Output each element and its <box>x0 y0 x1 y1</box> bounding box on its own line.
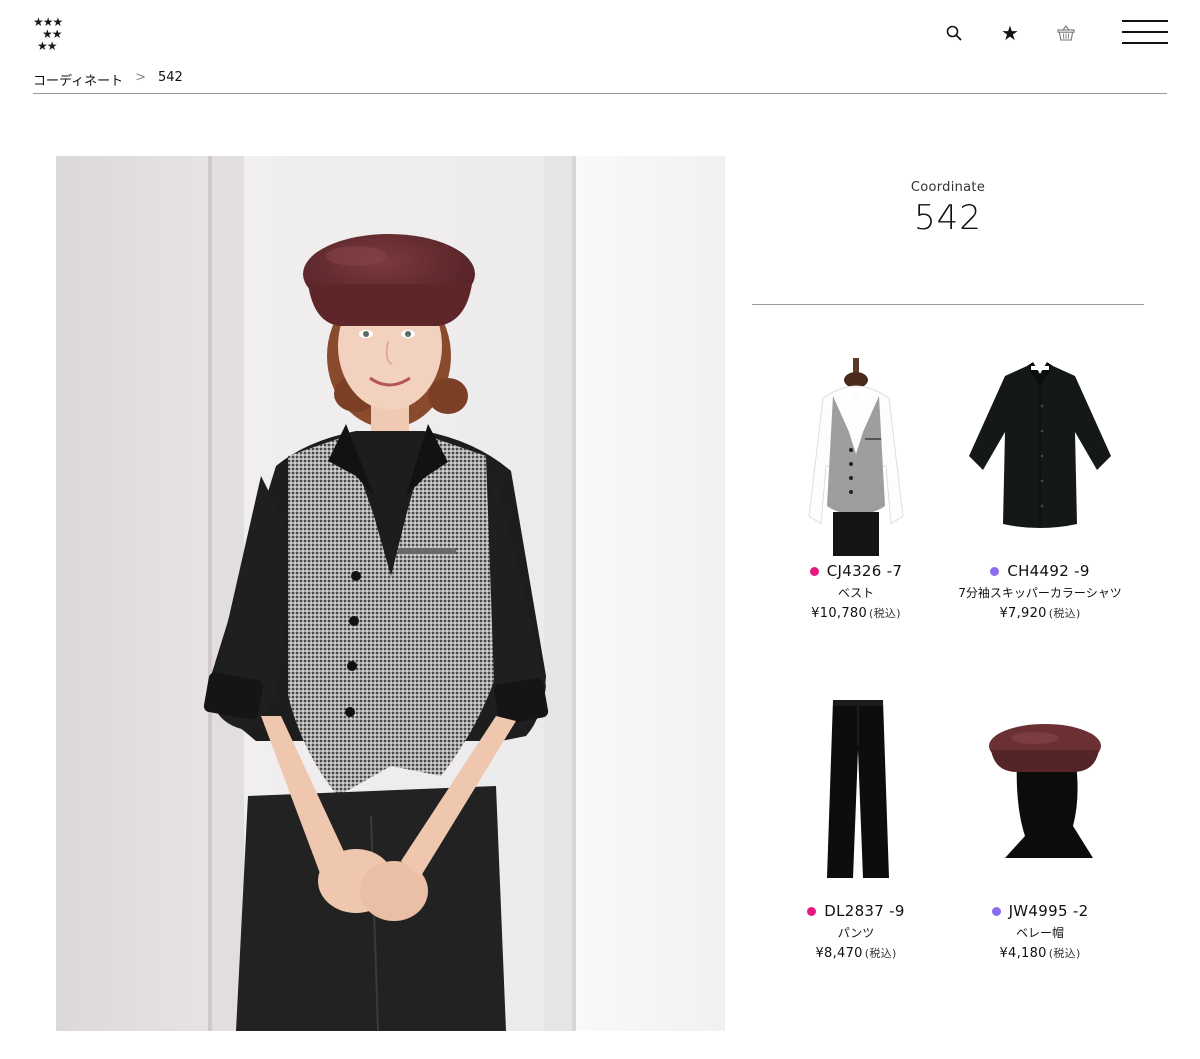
product-price: ¥4,180 (税込) <box>950 945 1130 961</box>
basket-icon-svg <box>1057 25 1075 41</box>
search-icon-svg <box>946 25 962 41</box>
product-code[interactable]: JW4995 -2 <box>950 902 1130 920</box>
logo-stars-row-3: ★ ★ <box>33 40 75 52</box>
model-photo-illustration <box>56 156 725 1031</box>
product-code[interactable]: CJ4326 -7 <box>766 562 946 580</box>
product-image-vest[interactable] <box>781 346 931 556</box>
star-icon[interactable]: ★ <box>998 21 1022 45</box>
tax-label: (税込) <box>1048 947 1081 960</box>
product-card-vest[interactable]: CJ4326 -7 ベスト ¥10,780 (税込) <box>766 346 946 621</box>
shirt-thumbnail <box>969 362 1111 528</box>
hamburger-line <box>1122 31 1168 33</box>
product-code[interactable]: DL2837 -9 <box>766 902 946 920</box>
price-value: ¥10,780 <box>811 606 868 621</box>
product-image-shirt[interactable] <box>965 346 1115 556</box>
color-dot <box>991 906 1001 916</box>
product-price: ¥7,920 (税込) <box>950 605 1130 621</box>
product-code[interactable]: CH4492 -9 <box>950 562 1130 580</box>
product-name[interactable]: ベレー帽 <box>950 924 1130 943</box>
tax-label: (税込) <box>864 947 897 960</box>
product-image-beret[interactable] <box>965 686 1115 896</box>
product-price: ¥10,780 (税込) <box>766 605 946 621</box>
color-dot <box>990 566 1000 576</box>
product-price: ¥8,470 (税込) <box>766 945 946 961</box>
product-code-text: JW4995 -2 <box>1008 902 1089 920</box>
hamburger-line <box>1122 42 1168 44</box>
breadcrumb-link-coordinate[interactable]: コーディネート <box>33 70 123 89</box>
breadcrumb-current: 542 <box>158 70 183 85</box>
product-name[interactable]: ベスト <box>766 584 946 603</box>
breadcrumb: コーディネート > 542 <box>33 70 1167 94</box>
basket-icon[interactable] <box>1054 21 1078 45</box>
product-image-pants[interactable] <box>781 686 931 896</box>
product-code-text: CH4492 -9 <box>1007 562 1090 580</box>
product-card-shirt[interactable]: CH4492 -9 7分袖スキッパーカラーシャツ ¥7,920 (税込) <box>950 346 1130 621</box>
beret-thumbnail <box>989 724 1101 858</box>
hamburger-menu-icon[interactable] <box>1122 20 1168 46</box>
pants-thumbnail <box>827 700 889 878</box>
price-value: ¥8,470 <box>815 946 863 961</box>
color-dot <box>807 906 817 916</box>
product-name[interactable]: パンツ <box>766 924 946 943</box>
tax-label: (税込) <box>1048 607 1081 620</box>
logo-star-icon: ★ <box>46 39 58 53</box>
tax-label: (税込) <box>869 607 901 620</box>
breadcrumb-separator: > <box>135 70 146 85</box>
hamburger-line <box>1122 20 1168 22</box>
product-code-text: DL2837 -9 <box>824 902 905 920</box>
search-icon[interactable] <box>942 21 966 45</box>
coordinate-divider <box>752 304 1144 305</box>
color-dot <box>809 566 819 576</box>
logo-star-icon: ★ <box>37 39 48 53</box>
brand-logo[interactable]: ★ ★ ★ ★ ★ ★ ★ <box>33 16 75 56</box>
product-card-pants[interactable]: DL2837 -9 パンツ ¥8,470 (税込) <box>766 686 946 961</box>
header-actions: ★ <box>942 20 1168 46</box>
product-name[interactable]: 7分袖スキッパーカラーシャツ <box>950 584 1130 603</box>
coordinate-number: 542 <box>914 198 982 238</box>
product-code-text: CJ4326 -7 <box>826 562 903 580</box>
product-card-beret[interactable]: JW4995 -2 ベレー帽 ¥4,180 (税込) <box>950 686 1130 961</box>
vest-thumbnail <box>808 358 904 556</box>
coordinate-main-photo <box>56 156 725 1031</box>
price-value: ¥7,920 <box>999 606 1047 621</box>
coordinate-label: Coordinate <box>910 180 986 195</box>
price-value: ¥4,180 <box>999 946 1047 961</box>
